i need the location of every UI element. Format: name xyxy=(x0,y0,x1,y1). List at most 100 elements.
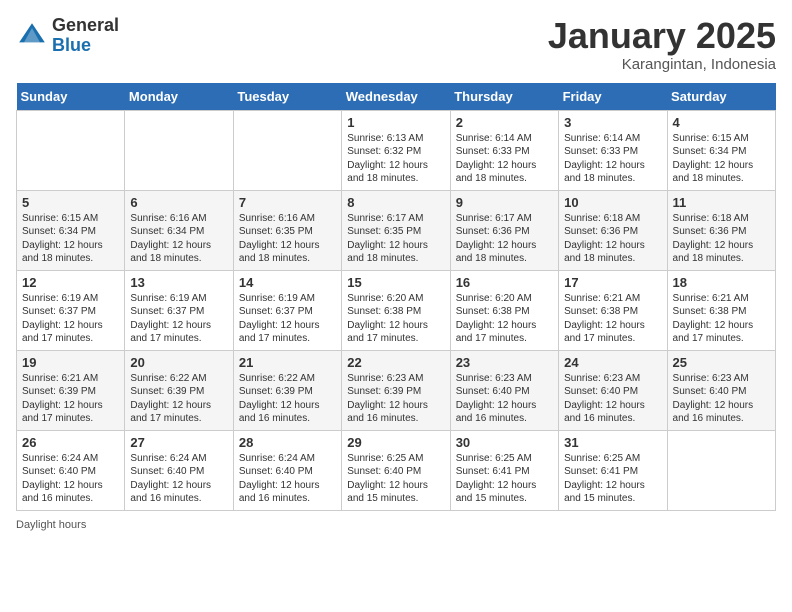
day-info: Sunrise: 6:25 AM Sunset: 6:40 PM Dayligh… xyxy=(347,452,444,506)
calendar-cell: 15Sunrise: 6:20 AM Sunset: 6:38 PM Dayli… xyxy=(342,270,450,350)
day-number: 6 xyxy=(130,195,227,210)
calendar-cell: 24 Sunrise: 6:23 AM Sunset: 6:40 PM Dayli… xyxy=(559,350,667,430)
day-info: Sunrise: 6:24 AM Sunset: 6:40 PM Dayligh… xyxy=(239,452,336,506)
day-info: Sunrise: 6:23 AM Sunset: 6:40 PM Dayligh… xyxy=(673,372,770,426)
day-number: 9 xyxy=(456,195,553,210)
day-info: Sunrise: 6:25 AM Sunset: 6:41 PM Dayligh… xyxy=(564,452,661,506)
logo-icon xyxy=(16,20,48,52)
calendar-table: SundayMondayTuesdayWednesdayThursdayFrid… xyxy=(16,83,776,511)
day-info: Sunrise: 6:21 AM Sunset: 6:39 PM Dayligh… xyxy=(22,372,119,426)
day-number: 30 xyxy=(456,435,553,450)
calendar-cell: 29 Sunrise: 6:25 AM Sunset: 6:40 PM Dayli… xyxy=(342,430,450,510)
day-info: Sunrise: 6:14 AM Sunset: 6:33 PM Dayligh… xyxy=(564,132,661,186)
day-number: 27 xyxy=(130,435,227,450)
calendar-cell: 11 Sunrise: 6:18 AM Sunset: 6:36 PM Dayli… xyxy=(667,190,775,270)
day-number: 8 xyxy=(347,195,444,210)
calendar-cell: 26 Sunrise: 6:24 AM Sunset: 6:40 PM Dayli… xyxy=(17,430,125,510)
day-info: Sunrise: 6:22 AM Sunset: 6:39 PM Dayligh… xyxy=(239,372,336,426)
calendar-cell: 7 Sunrise: 6:16 AM Sunset: 6:35 PM Daylig… xyxy=(233,190,341,270)
day-number: 23 xyxy=(456,355,553,370)
day-number: 21 xyxy=(239,355,336,370)
day-number: 13 xyxy=(130,275,227,290)
calendar-cell: 30 Sunrise: 6:25 AM Sunset: 6:41 PM Dayli… xyxy=(450,430,558,510)
calendar-header: SundayMondayTuesdayWednesdayThursdayFrid… xyxy=(17,83,776,111)
day-number: 2 xyxy=(456,115,553,130)
calendar-cell: 13Sunrise: 6:19 AM Sunset: 6:37 PM Dayli… xyxy=(125,270,233,350)
day-info: Sunrise: 6:19 AM Sunset: 6:37 PM Dayligh… xyxy=(22,292,119,346)
day-info: Sunrise: 6:14 AM Sunset: 6:33 PM Dayligh… xyxy=(456,132,553,186)
calendar-cell: 18 Sunrise: 6:21 AM Sunset: 6:38 PM Dayli… xyxy=(667,270,775,350)
day-number: 20 xyxy=(130,355,227,370)
calendar-cell: 12 Sunrise: 6:19 AM Sunset: 6:37 PM Dayli… xyxy=(17,270,125,350)
calendar-week-4: 19Sunrise: 6:21 AM Sunset: 6:39 PM Dayli… xyxy=(17,350,776,430)
day-info: Sunrise: 6:23 AM Sunset: 6:40 PM Dayligh… xyxy=(456,372,553,426)
day-number: 7 xyxy=(239,195,336,210)
calendar-cell: 19Sunrise: 6:21 AM Sunset: 6:39 PM Dayli… xyxy=(17,350,125,430)
calendar-cell: 22 Sunrise: 6:23 AM Sunset: 6:39 PM Dayli… xyxy=(342,350,450,430)
day-number: 3 xyxy=(564,115,661,130)
calendar-cell xyxy=(233,110,341,190)
calendar-subtitle: Karangintan, Indonesia xyxy=(548,56,776,73)
day-number: 12 xyxy=(22,275,119,290)
calendar-cell: 25 Sunrise: 6:23 AM Sunset: 6:40 PM Dayli… xyxy=(667,350,775,430)
day-info: Sunrise: 6:25 AM Sunset: 6:41 PM Dayligh… xyxy=(456,452,553,506)
calendar-cell: 28 Sunrise: 6:24 AM Sunset: 6:40 PM Dayli… xyxy=(233,430,341,510)
calendar-cell: 2 Sunrise: 6:14 AM Sunset: 6:33 PM Daylig… xyxy=(450,110,558,190)
day-number: 22 xyxy=(347,355,444,370)
day-number: 24 xyxy=(564,355,661,370)
calendar-cell: 21 Sunrise: 6:22 AM Sunset: 6:39 PM Dayli… xyxy=(233,350,341,430)
calendar-cell: 4Sunrise: 6:15 AM Sunset: 6:34 PM Daylig… xyxy=(667,110,775,190)
day-info: Sunrise: 6:18 AM Sunset: 6:36 PM Dayligh… xyxy=(673,212,770,266)
day-number: 25 xyxy=(673,355,770,370)
calendar-cell: 31Sunrise: 6:25 AM Sunset: 6:41 PM Dayli… xyxy=(559,430,667,510)
calendar-cell: 20Sunrise: 6:22 AM Sunset: 6:39 PM Dayli… xyxy=(125,350,233,430)
calendar-cell: 6 Sunrise: 6:16 AM Sunset: 6:34 PM Daylig… xyxy=(125,190,233,270)
day-info: Sunrise: 6:20 AM Sunset: 6:38 PM Dayligh… xyxy=(456,292,553,346)
day-number: 5 xyxy=(22,195,119,210)
day-number: 1 xyxy=(347,115,444,130)
day-number: 10 xyxy=(564,195,661,210)
calendar-week-1: 1Sunrise: 6:13 AM Sunset: 6:32 PM Daylig… xyxy=(17,110,776,190)
header-day-saturday: Saturday xyxy=(667,83,775,111)
calendar-cell: 3 Sunrise: 6:14 AM Sunset: 6:33 PM Daylig… xyxy=(559,110,667,190)
calendar-cell: 5 Sunrise: 6:15 AM Sunset: 6:34 PM Daylig… xyxy=(17,190,125,270)
day-number: 29 xyxy=(347,435,444,450)
day-number: 18 xyxy=(673,275,770,290)
footer: Daylight hours xyxy=(16,519,776,531)
day-number: 11 xyxy=(673,195,770,210)
header-row: SundayMondayTuesdayWednesdayThursdayFrid… xyxy=(17,83,776,111)
day-info: Sunrise: 6:23 AM Sunset: 6:39 PM Dayligh… xyxy=(347,372,444,426)
day-info: Sunrise: 6:17 AM Sunset: 6:36 PM Dayligh… xyxy=(456,212,553,266)
calendar-cell: 14 Sunrise: 6:19 AM Sunset: 6:37 PM Dayli… xyxy=(233,270,341,350)
day-info: Sunrise: 6:16 AM Sunset: 6:34 PM Dayligh… xyxy=(130,212,227,266)
calendar-cell: 10 Sunrise: 6:18 AM Sunset: 6:36 PM Dayli… xyxy=(559,190,667,270)
calendar-cell: 17Sunrise: 6:21 AM Sunset: 6:38 PM Dayli… xyxy=(559,270,667,350)
title-block: January 2025 Karangintan, Indonesia xyxy=(548,16,776,73)
calendar-body: 1Sunrise: 6:13 AM Sunset: 6:32 PM Daylig… xyxy=(17,110,776,510)
day-info: Sunrise: 6:24 AM Sunset: 6:40 PM Dayligh… xyxy=(22,452,119,506)
logo-blue-text: Blue xyxy=(52,36,119,56)
day-info: Sunrise: 6:17 AM Sunset: 6:35 PM Dayligh… xyxy=(347,212,444,266)
day-number: 14 xyxy=(239,275,336,290)
calendar-week-3: 12 Sunrise: 6:19 AM Sunset: 6:37 PM Dayli… xyxy=(17,270,776,350)
header-day-wednesday: Wednesday xyxy=(342,83,450,111)
day-info: Sunrise: 6:21 AM Sunset: 6:38 PM Dayligh… xyxy=(673,292,770,346)
day-number: 26 xyxy=(22,435,119,450)
calendar-title: January 2025 xyxy=(548,16,776,56)
day-info: Sunrise: 6:15 AM Sunset: 6:34 PM Dayligh… xyxy=(22,212,119,266)
day-info: Sunrise: 6:20 AM Sunset: 6:38 PM Dayligh… xyxy=(347,292,444,346)
day-number: 28 xyxy=(239,435,336,450)
header-day-friday: Friday xyxy=(559,83,667,111)
day-info: Sunrise: 6:23 AM Sunset: 6:40 PM Dayligh… xyxy=(564,372,661,426)
day-info: Sunrise: 6:16 AM Sunset: 6:35 PM Dayligh… xyxy=(239,212,336,266)
day-info: Sunrise: 6:19 AM Sunset: 6:37 PM Dayligh… xyxy=(239,292,336,346)
calendar-cell xyxy=(125,110,233,190)
calendar-week-5: 26 Sunrise: 6:24 AM Sunset: 6:40 PM Dayli… xyxy=(17,430,776,510)
calendar-cell: 23 Sunrise: 6:23 AM Sunset: 6:40 PM Dayli… xyxy=(450,350,558,430)
header-day-tuesday: Tuesday xyxy=(233,83,341,111)
header-day-thursday: Thursday xyxy=(450,83,558,111)
day-info: Sunrise: 6:18 AM Sunset: 6:36 PM Dayligh… xyxy=(564,212,661,266)
header-day-monday: Monday xyxy=(125,83,233,111)
day-info: Sunrise: 6:21 AM Sunset: 6:38 PM Dayligh… xyxy=(564,292,661,346)
page-header: General Blue January 2025 Karangintan, I… xyxy=(16,16,776,73)
